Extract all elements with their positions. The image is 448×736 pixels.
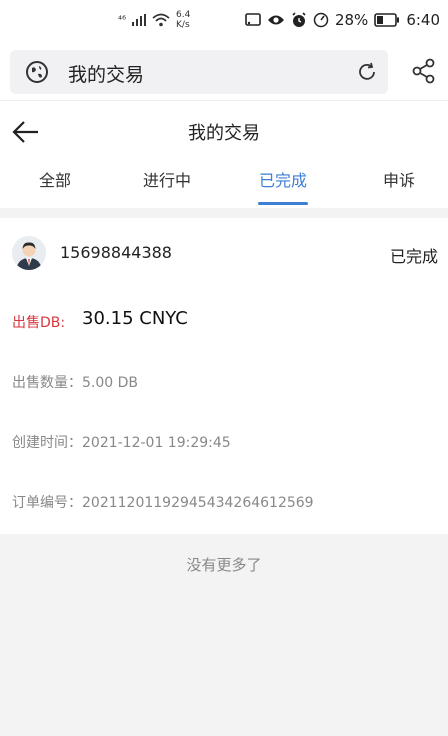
sell-amount: 30.15 CNYC: [82, 308, 188, 329]
sell-label: 出售DB:: [12, 315, 66, 331]
tab-bar: 全部 进行中 已完成 申诉: [0, 167, 448, 203]
address-bar[interactable]: 我的交易: [10, 50, 388, 94]
active-tab-indicator: [258, 202, 308, 205]
order-number: 订单编号：20211201192945434264612569: [12, 495, 314, 511]
speed-unit: K/s: [176, 20, 190, 30]
tab-all[interactable]: 全部: [0, 167, 110, 191]
speed-value: 6.4: [176, 10, 191, 20]
wifi-icon: [152, 13, 170, 27]
avatar: [12, 236, 46, 270]
user-phone: 15698844388: [60, 243, 172, 262]
created-time: 创建时间：2021-12-01 19:29:45: [12, 435, 231, 451]
reload-icon[interactable]: [356, 61, 378, 83]
battery-percent: 28%: [334, 11, 369, 29]
status-right: 28% 6:40: [245, 11, 440, 29]
tab-appeal[interactable]: 申诉: [344, 167, 448, 191]
order-card[interactable]: 15698844388 已完成 出售DB: 30.15 CNYC 出售数量：5.…: [0, 218, 448, 534]
signal-icon: [132, 14, 147, 26]
address-text: 我的交易: [68, 64, 145, 86]
alarm-icon: [292, 12, 306, 27]
user-avatar-icon: [12, 236, 46, 270]
status-left: ⁴⁶ 6.4 K/s: [118, 10, 190, 30]
tab-in-progress[interactable]: 进行中: [112, 167, 222, 191]
status-badge: 已完成: [389, 247, 438, 266]
globe-icon: [26, 61, 48, 83]
page-title: 我的交易: [188, 123, 260, 144]
no-more-text: 没有更多了: [186, 556, 262, 574]
clock-time: 6:40: [406, 11, 440, 29]
page-header: 我的交易 全部 进行中 已完成 申诉: [0, 100, 448, 208]
status-bar: ⁴⁶ 6.4 K/s 28% 6:40: [0, 0, 448, 44]
cast-icon: [245, 13, 261, 26]
tab-completed[interactable]: 已完成: [228, 167, 338, 191]
sell-quantity: 出售数量：5.00 DB: [12, 375, 139, 391]
browser-bar: 我的交易: [0, 44, 448, 100]
battery-icon: [374, 13, 400, 27]
speedometer-icon: [313, 12, 329, 28]
eye-icon: [267, 15, 284, 25]
network-label: ⁴⁶: [118, 14, 127, 26]
network-speed: 6.4 K/s: [176, 10, 190, 30]
share-icon[interactable]: [412, 58, 436, 84]
